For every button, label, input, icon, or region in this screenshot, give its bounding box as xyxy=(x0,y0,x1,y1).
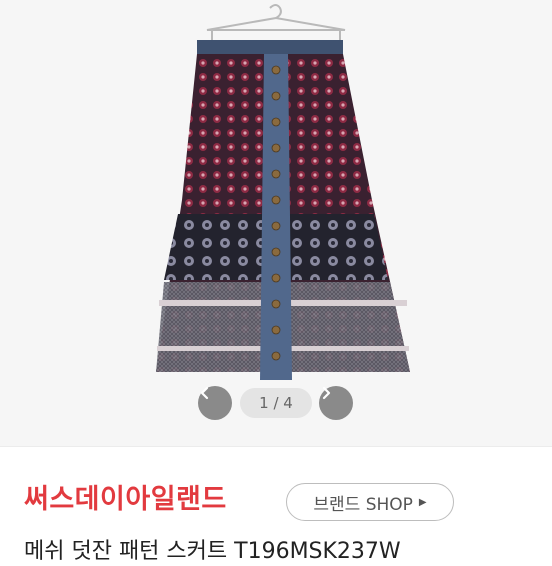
image-counter: 1 / 4 xyxy=(240,388,312,418)
next-image-button[interactable] xyxy=(319,386,353,420)
product-title: 메쉬 덧잔 패턴 스커트 T196MSK237W xyxy=(24,539,401,564)
hanger xyxy=(206,4,346,44)
brand-shop-label: 브랜드 SHOP xyxy=(313,494,413,515)
product-photo xyxy=(156,4,410,380)
caret-right-icon: ▶ xyxy=(418,496,427,508)
brand-name[interactable]: 써스데이아일랜드 xyxy=(24,480,227,520)
chevron-right-icon xyxy=(322,386,331,400)
prev-image-button[interactable] xyxy=(198,386,232,420)
product-image-gallery[interactable]: 1 / 4 xyxy=(0,0,552,446)
chevron-left-icon xyxy=(200,386,209,400)
brand-shop-button[interactable]: 브랜드 SHOP ▶ xyxy=(286,483,454,521)
divider xyxy=(0,446,552,447)
